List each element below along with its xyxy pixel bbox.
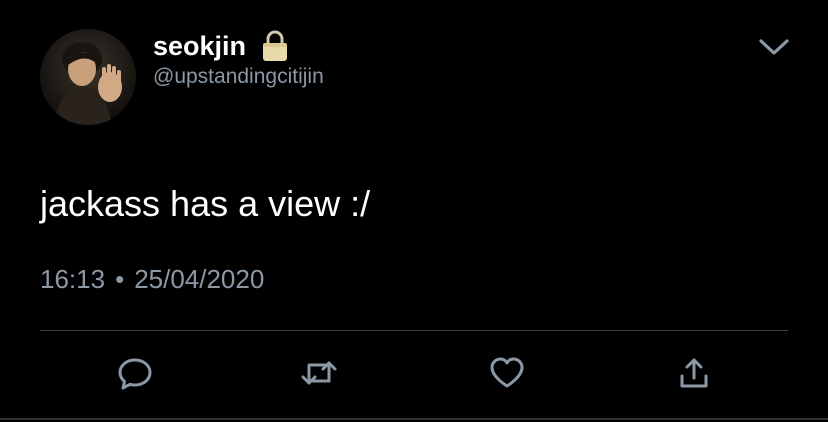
retweet-icon	[300, 355, 338, 396]
retweet-button[interactable]	[299, 355, 339, 395]
reply-button[interactable]	[115, 355, 155, 395]
like-button[interactable]	[487, 355, 527, 395]
divider	[40, 330, 788, 331]
tweet: seokjin @upstandingcitijin jackass has a…	[0, 0, 828, 422]
tweet-time: 16:13	[40, 264, 106, 294]
avatar[interactable]	[40, 29, 136, 125]
tweet-date: 25/04/2020	[134, 264, 265, 294]
user-name-row: seokjin	[153, 28, 290, 64]
lock-icon	[260, 30, 290, 62]
bottom-divider	[0, 418, 828, 420]
reply-icon	[117, 355, 153, 396]
tweet-timestamp[interactable]: 16:13 • 25/04/2020	[40, 262, 264, 296]
separator-dot: •	[115, 264, 125, 294]
chevron-down-icon[interactable]	[756, 33, 792, 59]
user-handle[interactable]: @upstandingcitijin	[153, 64, 324, 90]
tweet-text: jackass has a view :/	[40, 183, 371, 224]
heart-icon	[488, 355, 526, 396]
share-icon	[677, 355, 711, 396]
display-name[interactable]: seokjin	[153, 28, 246, 64]
share-button[interactable]	[674, 355, 714, 395]
